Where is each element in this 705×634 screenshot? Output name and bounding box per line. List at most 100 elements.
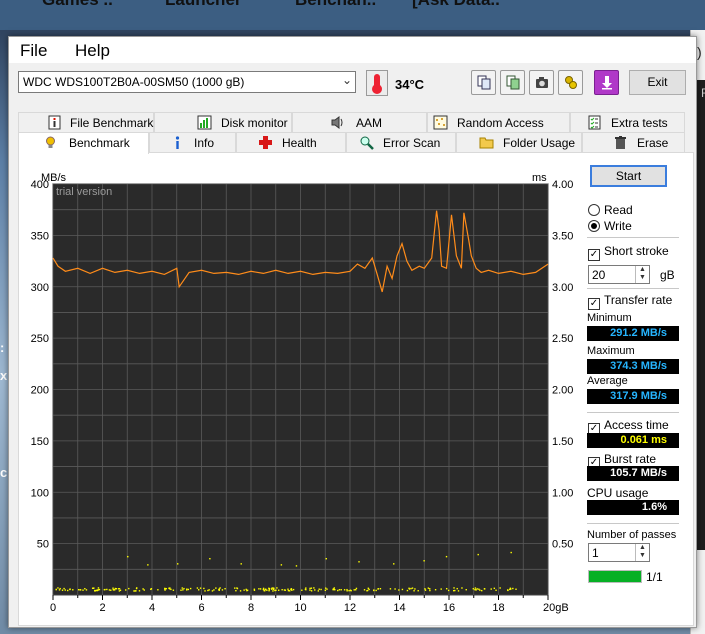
access-point bbox=[218, 588, 220, 590]
access-point bbox=[309, 587, 311, 590]
average-label: Average bbox=[587, 375, 628, 387]
access-point bbox=[58, 589, 61, 591]
chart-grid bbox=[52, 183, 549, 596]
access-point bbox=[326, 588, 328, 590]
access-point bbox=[440, 588, 442, 590]
access-point bbox=[213, 589, 215, 591]
access-point bbox=[368, 588, 370, 591]
access-point bbox=[423, 560, 425, 562]
access-point bbox=[295, 565, 298, 567]
spinner-arrows-icon[interactable]: ▲ ▼ bbox=[635, 266, 649, 283]
short-stroke-unit: gB bbox=[660, 268, 675, 282]
access-point bbox=[499, 587, 501, 589]
access-point bbox=[133, 590, 135, 592]
access-point bbox=[187, 588, 190, 591]
access-point bbox=[375, 589, 377, 592]
x-tick-label: 0 bbox=[50, 602, 56, 614]
trial-version-watermark: trial version bbox=[56, 186, 112, 198]
divider bbox=[587, 412, 679, 413]
access-point bbox=[457, 590, 460, 592]
access-point bbox=[287, 589, 290, 592]
minimum-label: Minimum bbox=[587, 312, 632, 324]
short-stroke-checkbox[interactable]: ✓ Short stroke bbox=[588, 244, 669, 261]
access-point bbox=[69, 588, 71, 591]
access-point bbox=[305, 587, 307, 589]
y-tick-label-left: 50 bbox=[37, 539, 49, 551]
access-point bbox=[79, 589, 81, 591]
access-point bbox=[358, 561, 360, 563]
access-point bbox=[453, 587, 455, 589]
access-point bbox=[445, 555, 448, 558]
access-point bbox=[465, 588, 467, 591]
access-point bbox=[63, 587, 65, 590]
access-point bbox=[243, 589, 245, 591]
access-point bbox=[91, 587, 94, 589]
tab-benchmark[interactable]: Benchmark bbox=[18, 132, 149, 154]
access-point bbox=[355, 587, 358, 590]
access-point bbox=[264, 588, 267, 590]
access-point bbox=[85, 589, 88, 591]
access-point bbox=[408, 587, 410, 589]
transfer-rate-checkbox[interactable]: ✓ Transfer rate bbox=[588, 293, 672, 310]
access-point bbox=[290, 588, 292, 591]
spinner-arrows-icon[interactable]: ▲ ▼ bbox=[635, 544, 649, 561]
access-point bbox=[78, 589, 80, 591]
access-point bbox=[134, 590, 136, 592]
access-point bbox=[64, 589, 66, 591]
access-point bbox=[108, 589, 111, 591]
x-tick-label: 20gB bbox=[543, 602, 569, 614]
x-tick-label: 18 bbox=[492, 602, 504, 614]
access-point bbox=[324, 589, 327, 592]
access-point bbox=[461, 587, 463, 589]
access-point bbox=[509, 587, 512, 589]
access-point bbox=[127, 555, 129, 558]
access-point bbox=[507, 589, 509, 591]
short-stroke-label: Short stroke bbox=[604, 244, 669, 258]
access-point bbox=[218, 589, 220, 591]
access-point bbox=[483, 588, 486, 590]
access-point bbox=[224, 587, 226, 590]
desktop-glyph: c bbox=[0, 465, 8, 480]
desktop-glyph: x bbox=[0, 368, 8, 383]
access-point bbox=[373, 589, 375, 591]
access-time-label: Access time bbox=[604, 418, 669, 432]
access-point bbox=[343, 589, 346, 591]
access-point bbox=[211, 590, 214, 592]
access-point bbox=[317, 590, 320, 592]
access-point bbox=[289, 590, 291, 592]
start-button[interactable]: Start bbox=[590, 165, 667, 187]
access-point bbox=[168, 588, 171, 590]
access-point bbox=[59, 587, 61, 590]
passes-spinner[interactable]: 1 ▲ ▼ bbox=[588, 543, 650, 562]
access-point bbox=[313, 587, 315, 589]
access-point bbox=[57, 587, 59, 589]
access-point bbox=[490, 588, 492, 590]
short-stroke-spinner[interactable]: 20 ▲ ▼ bbox=[588, 265, 650, 284]
cpu-usage-label: CPU usage bbox=[587, 486, 649, 500]
access-point bbox=[495, 589, 497, 591]
access-point bbox=[112, 587, 114, 589]
access-point bbox=[125, 589, 127, 591]
write-radio[interactable]: Write bbox=[588, 219, 632, 233]
y-tick-label-right: 2.00 bbox=[552, 385, 573, 397]
y-tick-label-right: 3.50 bbox=[552, 230, 573, 242]
read-radio[interactable]: Read bbox=[588, 203, 633, 217]
access-point bbox=[183, 587, 185, 590]
access-point bbox=[246, 589, 249, 591]
maximum-value: 374.3 MB/s bbox=[587, 359, 679, 374]
y-tick-label-right: 0.50 bbox=[552, 539, 573, 551]
access-point bbox=[477, 553, 479, 556]
access-point bbox=[196, 587, 199, 589]
bg-text-2: Launcher bbox=[165, 0, 242, 10]
access-point bbox=[424, 589, 427, 591]
access-point bbox=[414, 588, 416, 590]
y-axis-label-left: MB/s bbox=[41, 172, 67, 184]
access-point bbox=[394, 588, 396, 590]
access-point bbox=[353, 589, 355, 591]
access-point bbox=[324, 587, 327, 589]
access-point bbox=[314, 589, 316, 591]
access-point bbox=[236, 587, 239, 590]
access-point bbox=[203, 587, 205, 590]
access-point bbox=[262, 587, 265, 590]
transfer-rate-label: Transfer rate bbox=[604, 293, 673, 307]
